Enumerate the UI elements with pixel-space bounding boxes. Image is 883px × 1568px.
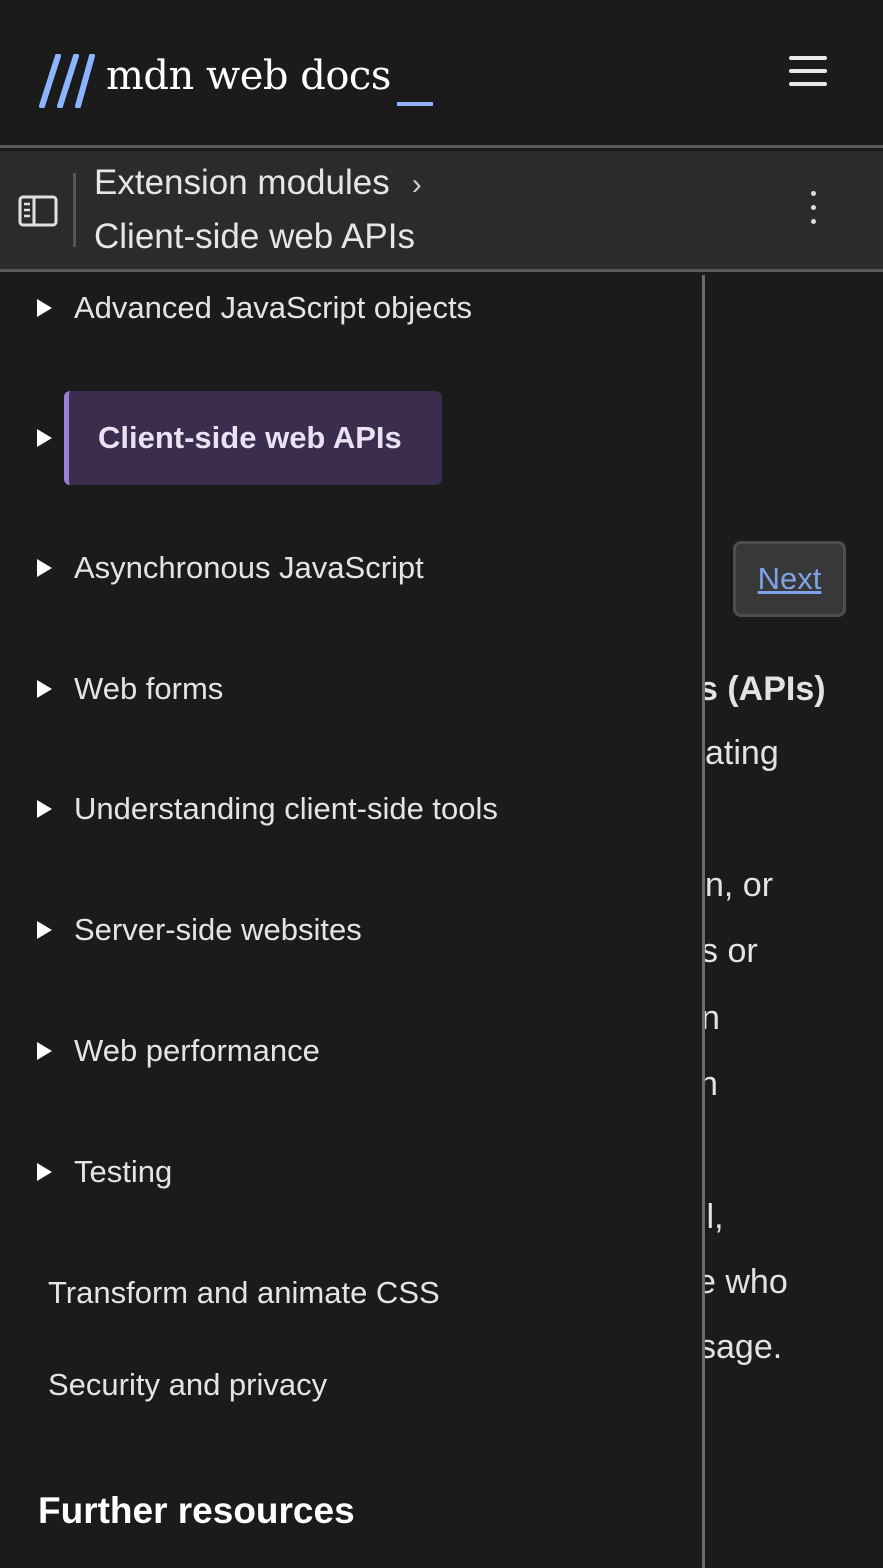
expand-triangle-icon bbox=[37, 1042, 52, 1060]
expand-triangle-icon bbox=[37, 299, 52, 317]
sidebar-item-label: Testing bbox=[74, 1154, 173, 1189]
mdn-logo-icon bbox=[39, 54, 95, 108]
sidebar-item-transform-and-animate-css[interactable]: Transform and animate CSS bbox=[0, 1263, 700, 1323]
text-fragment: n bbox=[705, 999, 720, 1037]
text-fragment: sage. bbox=[705, 1328, 783, 1366]
sidebar-item-label: Client-side web APIs bbox=[98, 420, 402, 455]
sidebar-item-security-and-privacy[interactable]: Security and privacy bbox=[0, 1355, 700, 1415]
sidebar-item-label: Web performance bbox=[74, 1033, 320, 1068]
text-fragment: s (APIs) bbox=[705, 670, 826, 708]
sidebar-item-asynchronous-javascript[interactable]: Asynchronous JavaScript bbox=[0, 538, 700, 598]
sidebar-item-server-side-websites[interactable]: Server-side websites bbox=[0, 900, 700, 960]
expand-triangle-icon bbox=[37, 680, 52, 698]
text-fragment: e who bbox=[705, 1263, 788, 1301]
breadcrumb-bar: Extension modules › Client-side web APIs bbox=[0, 151, 883, 272]
mdn-logo[interactable]: mdn web docs bbox=[38, 44, 433, 108]
sidebar-item-web-forms[interactable]: Web forms bbox=[0, 659, 700, 719]
top-header: mdn web docs bbox=[0, 0, 883, 148]
expand-triangle-icon bbox=[37, 921, 52, 939]
section-title-further-resources: Further resources bbox=[38, 1490, 355, 1531]
expand-triangle-icon bbox=[37, 800, 52, 818]
sidebar-item-advanced-javascript-objects[interactable]: Advanced JavaScript objects bbox=[0, 278, 700, 338]
logo-cursor bbox=[396, 102, 433, 106]
sidebar-item-client-side-web-apis[interactable]: Client-side web APIs bbox=[64, 391, 442, 485]
text-fragment: il, bbox=[705, 1198, 724, 1236]
expand-triangle-icon bbox=[37, 429, 52, 447]
expand-triangle-icon bbox=[37, 1163, 52, 1181]
sidebar-item-testing[interactable]: Testing bbox=[0, 1142, 700, 1202]
sidebar-item-label: Advanced JavaScript objects bbox=[74, 290, 473, 325]
logo-text: mdn web docs bbox=[106, 53, 391, 99]
sidebar: Advanced JavaScript objects Client-side … bbox=[0, 275, 705, 1568]
sidebar-item-understanding-client-side-tools[interactable]: Understanding client-side tools bbox=[0, 779, 700, 839]
sidebar-item-label: Asynchronous JavaScript bbox=[74, 550, 424, 585]
sidebar-item-label: Web forms bbox=[74, 671, 224, 706]
chevron-right-icon: › bbox=[411, 168, 422, 201]
next-button[interactable]: Next bbox=[733, 541, 846, 617]
kebab-icon[interactable] bbox=[807, 191, 819, 231]
sidebar-item-label: Server-side websites bbox=[74, 912, 362, 947]
text-fragment: ating bbox=[705, 734, 779, 772]
breadcrumb-divider bbox=[73, 173, 76, 247]
sidebar-item-web-performance[interactable]: Web performance bbox=[0, 1021, 700, 1081]
text-fragment: n bbox=[705, 1065, 718, 1103]
sidebar-item-label: Understanding client-side tools bbox=[74, 791, 498, 826]
sidebar-toggle-icon[interactable] bbox=[18, 195, 58, 227]
sidebar-item-label: Security and privacy bbox=[48, 1367, 328, 1402]
hamburger-icon[interactable] bbox=[789, 56, 827, 90]
sidebar-item-toggle[interactable] bbox=[0, 408, 60, 468]
text-fragment: s or bbox=[705, 932, 758, 970]
main-content: Next s (APIs) ating n, or s or n n il, e… bbox=[705, 275, 883, 1568]
expand-triangle-icon bbox=[37, 559, 52, 577]
breadcrumb-item[interactable]: Client-side web APIs bbox=[94, 219, 415, 254]
text-fragment: n, or bbox=[705, 866, 774, 904]
breadcrumb-item[interactable]: Extension modules › bbox=[94, 165, 422, 200]
sidebar-item-label: Transform and animate CSS bbox=[48, 1275, 440, 1310]
